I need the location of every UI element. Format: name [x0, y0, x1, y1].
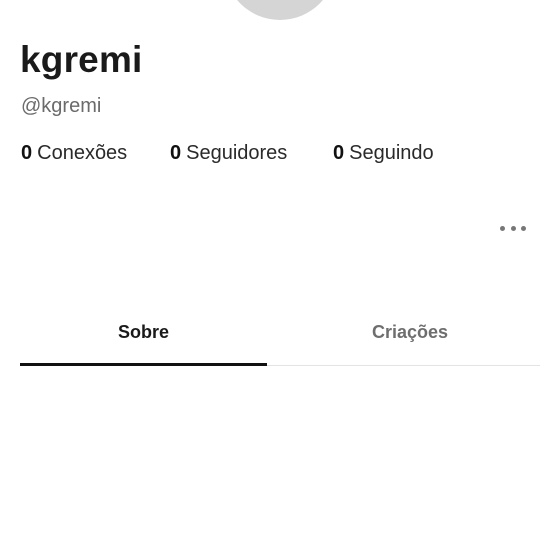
following-count: 0 — [333, 142, 345, 164]
connections-label: Conexões — [37, 142, 128, 164]
profile-page: kgremi @kgremi 0 Conexões 0 Seguidores 0 Se… — [0, 0, 560, 560]
followers-count: 0 — [170, 142, 182, 164]
more-horizontal-icon — [510, 225, 516, 231]
following-stat[interactable]: 0 Seguindo — [333, 140, 434, 166]
connections-count: 0 — [21, 142, 33, 164]
profile-tabs: Sobre Criações — [20, 300, 540, 366]
following-label: Seguindo — [349, 142, 434, 164]
followers-label: Seguidores — [186, 142, 288, 164]
more-horizontal-icon — [521, 225, 526, 231]
followers-stat[interactable]: 0 Seguidores — [170, 140, 287, 166]
active-tab-indicator — [20, 363, 267, 366]
tab-sobre[interactable]: Sobre — [20, 300, 267, 364]
connections-stat[interactable]: 0 Conexões — [21, 140, 127, 166]
profile-display-name: kgremi — [20, 39, 143, 80]
profile-handle: @kgremi — [21, 95, 102, 117]
avatar[interactable] — [224, 0, 336, 20]
more-options-button[interactable] — [500, 220, 526, 236]
more-horizontal-icon — [500, 225, 505, 231]
tab-criacoes[interactable]: Criações — [280, 300, 540, 364]
